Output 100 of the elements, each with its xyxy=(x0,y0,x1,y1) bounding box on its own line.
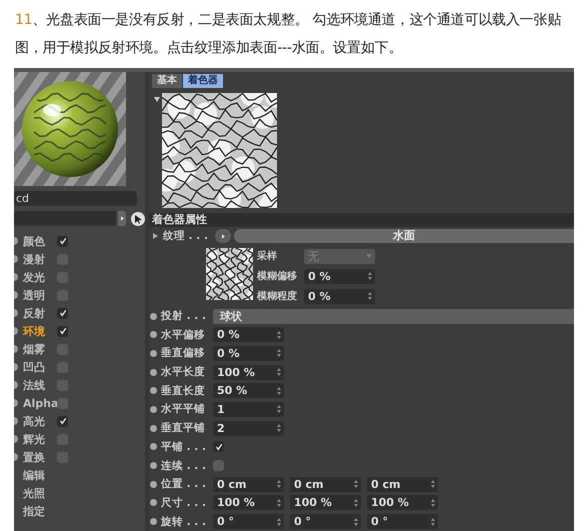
spinner-arrows-icon xyxy=(354,498,358,507)
spinner-arrows-icon xyxy=(277,518,281,526)
channel-item[interactable]: 编辑 xyxy=(14,466,145,484)
channel-item[interactable]: 高光 xyxy=(14,412,145,430)
play-icon xyxy=(222,234,224,239)
number-field[interactable]: 0 % xyxy=(304,268,375,284)
channel-item[interactable]: Alpha xyxy=(14,394,145,412)
animation-dot[interactable] xyxy=(150,499,157,506)
texture-button[interactable]: 水面 xyxy=(234,229,574,244)
channel-item[interactable]: 置换 xyxy=(14,448,145,466)
number-field[interactable]: 50 % xyxy=(213,383,284,398)
channel-item[interactable]: 颜色 xyxy=(14,232,145,250)
checkmark-icon xyxy=(58,237,66,245)
animation-dot[interactable] xyxy=(150,406,157,413)
number-field[interactable]: 0 ° xyxy=(290,514,361,530)
play-button[interactable] xyxy=(215,229,231,244)
animation-dot[interactable] xyxy=(150,443,157,450)
animation-dot[interactable] xyxy=(150,518,157,526)
spinner-arrows-icon xyxy=(431,498,435,507)
param-label: 垂直平铺 xyxy=(161,421,206,436)
triangle-icon xyxy=(120,216,124,221)
spinner-arrows-icon xyxy=(277,424,281,432)
spinner-arrows-icon xyxy=(431,518,435,526)
checkmark-icon xyxy=(214,442,222,451)
channel-item[interactable]: 光照 xyxy=(14,484,145,502)
param-label: 位置 . . . xyxy=(161,477,207,492)
param-label: 垂直偏移 xyxy=(161,346,206,360)
number-field[interactable]: 2 xyxy=(213,420,284,436)
spinner-arrows-icon xyxy=(277,349,281,358)
number-field[interactable]: 0 cm xyxy=(290,476,361,492)
param-label: 垂直长度 xyxy=(161,384,206,398)
number-field[interactable]: 100 % xyxy=(290,495,361,510)
spinner-arrows-icon xyxy=(431,480,435,488)
channel-item[interactable]: 发光 xyxy=(14,268,145,286)
checkbox[interactable] xyxy=(57,308,68,318)
channel-item[interactable]: 环境 xyxy=(14,322,145,340)
number-field[interactable]: 0 % xyxy=(213,346,284,361)
checkbox[interactable] xyxy=(57,236,68,246)
number-field[interactable]: 0 ° xyxy=(367,514,438,530)
number-field[interactable]: 0 cm xyxy=(213,476,284,492)
spinner-arrows-icon xyxy=(277,330,281,339)
spinner-arrows-icon xyxy=(277,386,281,395)
animation-dot[interactable] xyxy=(150,368,157,376)
channel-item[interactable]: 凹凸 xyxy=(14,358,145,376)
spinner-arrows-icon xyxy=(368,292,372,300)
channel-item[interactable]: 反射 xyxy=(14,304,145,322)
tab[interactable]: 基本 xyxy=(152,74,182,88)
animation-dot[interactable] xyxy=(150,350,157,357)
channel-item[interactable]: 法线 xyxy=(14,376,145,394)
checkmark-icon xyxy=(58,417,66,425)
dropdown-field[interactable] xyxy=(14,211,116,226)
field-label: 模糊偏移 xyxy=(257,270,298,284)
number-field[interactable]: 0 ° xyxy=(213,514,284,530)
animation-dot[interactable] xyxy=(150,331,157,338)
field-label: 模糊程度 xyxy=(257,289,298,304)
spinner-arrows-icon xyxy=(277,368,281,376)
param-label: 尺寸 . . . xyxy=(161,496,207,510)
spinner-arrows-icon xyxy=(277,480,281,488)
spinner-arrows-icon xyxy=(277,498,281,507)
number-field[interactable]: 0 cm xyxy=(367,476,438,492)
animation-dot[interactable] xyxy=(150,480,157,488)
tab[interactable]: 着色器 xyxy=(183,74,223,88)
number-field[interactable]: 0 % xyxy=(213,327,284,342)
param-label: 旋转 . . . xyxy=(161,514,207,529)
param-label: 水平长度 xyxy=(161,365,206,380)
channel-item[interactable]: 透明 xyxy=(14,286,145,304)
spinner-arrows-icon xyxy=(354,480,358,488)
checkbox[interactable] xyxy=(213,441,224,452)
section-header: 着色器属性 xyxy=(149,213,574,227)
param-label: 水平偏移 xyxy=(161,328,206,342)
param-label: 连续 . . . xyxy=(161,458,207,473)
channel-item[interactable]: 烟雾 xyxy=(14,340,145,358)
texture-label: 纹理 . . . xyxy=(163,229,209,244)
cursor-icon xyxy=(131,212,145,226)
checkbox[interactable] xyxy=(213,460,224,472)
field-label: 采样 xyxy=(257,250,278,264)
animation-dot[interactable] xyxy=(150,387,157,394)
checkmark-icon xyxy=(58,327,66,335)
animation-dot[interactable] xyxy=(150,312,157,320)
channel-item[interactable]: 漫射 xyxy=(14,250,145,268)
animation-dot[interactable] xyxy=(150,424,157,432)
arrow-button[interactable] xyxy=(118,211,126,226)
number-field[interactable]: 0 % xyxy=(304,288,375,304)
collapse-triangle-icon xyxy=(154,97,160,102)
number-field[interactable]: 1 xyxy=(213,402,284,417)
param-label: 投射 . . . xyxy=(161,309,207,324)
checkbox[interactable] xyxy=(57,326,68,336)
number-field[interactable]: 100 % xyxy=(367,495,438,510)
animation-dot[interactable] xyxy=(150,462,157,470)
checkbox[interactable] xyxy=(57,416,68,426)
name-field[interactable]: cd xyxy=(14,191,137,206)
channel-item[interactable]: 指定 xyxy=(14,502,145,520)
number-field[interactable]: 100 % xyxy=(213,364,284,380)
channel-item[interactable]: 辉光 xyxy=(14,430,145,448)
projection-dropdown[interactable]: 球状 xyxy=(213,308,574,324)
spinner-arrows-icon xyxy=(354,518,358,526)
checkmark-icon xyxy=(58,309,66,317)
param-label: 水平平铺 xyxy=(161,402,206,416)
param-label: 平铺 . . . xyxy=(161,440,207,454)
number-field[interactable]: 100 % xyxy=(213,495,284,510)
